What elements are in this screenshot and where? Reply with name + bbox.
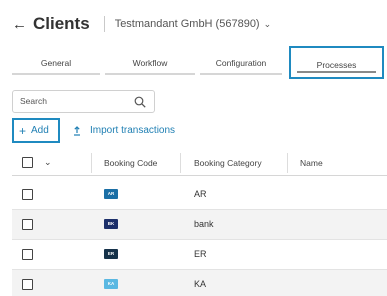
column-divider [180, 153, 181, 173]
search-icon[interactable] [134, 96, 146, 108]
table-row[interactable]: BK bank [12, 210, 387, 240]
import-transactions-label: Import transactions [90, 125, 176, 136]
tab-workflow-label: Workflow [132, 58, 168, 68]
row-checkbox[interactable] [22, 189, 33, 200]
search-input[interactable]: Search [12, 90, 155, 113]
tab-configuration[interactable]: Configuration [200, 55, 282, 75]
tab-processes[interactable]: Processes [289, 46, 384, 79]
booking-code-badge: AR [104, 189, 118, 199]
search-placeholder: Search [20, 96, 47, 106]
row-checkbox[interactable] [22, 219, 33, 230]
add-button[interactable]: + Add [12, 118, 60, 143]
tab-general-label: General [40, 58, 72, 68]
tab-underline [200, 73, 282, 75]
tab-active-underline [297, 71, 376, 73]
page-header: ← Clients Testmandant GmbH (567890) ⌄ [12, 12, 271, 36]
back-arrow-icon[interactable]: ← [12, 17, 27, 32]
booking-category-cell: ER [194, 249, 207, 259]
column-header-name[interactable]: Name [300, 158, 323, 168]
tenant-selector[interactable]: Testmandant GmbH (567890) [115, 18, 260, 30]
select-all-checkbox[interactable] [22, 157, 33, 168]
booking-category-cell: KA [194, 279, 207, 289]
tab-underline [12, 73, 100, 75]
import-transactions-button[interactable]: Import transactions [73, 125, 175, 136]
tab-processes-label: Processes [316, 60, 357, 70]
booking-code-badge: BK [104, 219, 118, 229]
tab-general[interactable]: General [12, 55, 100, 75]
booking-category-cell: AR [194, 189, 207, 199]
page-title: Clients [33, 14, 90, 33]
plus-icon: + [19, 123, 27, 138]
table-row[interactable]: AR AR [12, 180, 387, 210]
row-checkbox[interactable] [22, 279, 33, 290]
tab-workflow[interactable]: Workflow [105, 55, 195, 75]
booking-code-badge: ER [104, 249, 118, 259]
chevron-down-icon[interactable]: ⌄ [44, 157, 52, 168]
add-button-label: Add [31, 125, 49, 136]
column-divider [91, 153, 92, 173]
tab-underline [105, 73, 195, 75]
table-header: ⌄ Booking Code Booking Category Name [12, 150, 387, 176]
row-checkbox[interactable] [22, 249, 33, 260]
table-row[interactable]: ER ER [12, 240, 387, 270]
header-divider [103, 16, 105, 32]
column-divider [287, 153, 288, 173]
column-header-booking-category[interactable]: Booking Category [194, 158, 262, 168]
upload-icon [74, 125, 80, 136]
column-header-booking-code[interactable]: Booking Code [104, 158, 157, 168]
tab-configuration-label: Configuration [215, 58, 267, 68]
booking-category-cell: bank [194, 219, 214, 229]
chevron-down-icon[interactable]: ⌄ [264, 19, 272, 30]
table-row[interactable]: KA KA [12, 270, 387, 296]
booking-code-badge: KA [104, 279, 118, 289]
